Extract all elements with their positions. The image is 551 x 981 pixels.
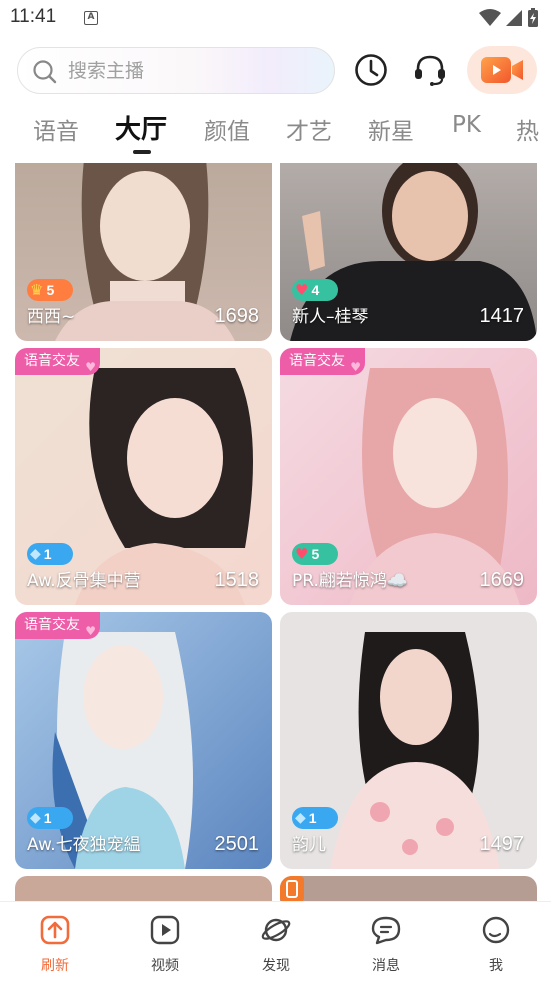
search-icon [33,60,57,84]
search-bar[interactable] [17,47,335,94]
tab-looks[interactable]: 颜值 [204,112,250,146]
battery-icon [528,8,538,27]
viewer-count: 1417 [479,305,525,327]
streamer-name: 西西~ [27,307,76,327]
status-icons [479,8,539,28]
history-clock-icon[interactable] [353,52,389,88]
streamer-name: PR.翩若惊鸿☁️ [292,571,409,591]
crown-icon: ♛ [30,281,44,299]
level-number: 5 [46,282,55,298]
message-icon [371,916,401,945]
heart-icon: ♥ [85,624,96,638]
diamond-icon: ◆ [30,810,41,826]
refresh-icon [40,915,70,945]
level-badge: ◆ 1 [27,807,73,829]
streamer-card[interactable]: ♥ 4 新人–桂琴 1417 [280,163,537,341]
diamond-icon: ◆ [295,810,306,826]
streamer-card[interactable]: 语音交友 ♥ ♥ 5 PR.翩若惊鸿☁️ 1669 [280,348,537,605]
heart-icon: ♥ [295,545,309,563]
notification-icon: A [84,11,98,25]
level-badge: ◆ 1 [292,807,338,829]
tab-hall[interactable]: 大厅 [115,109,167,146]
streamer-name: 新人–桂琴 [292,307,369,327]
streamer-name: 韵儿 [292,835,326,855]
viewer-count: 2501 [214,833,260,855]
status-bar: 11:41 A [0,0,551,38]
video-play-icon [150,915,180,945]
heart-icon: ♥ [350,360,361,374]
signal-icon [506,10,522,26]
category-tabs: 语音 大厅 颜值 才艺 新星 PK 热 [0,104,551,156]
profile-icon [482,916,510,944]
level-number: 1 [308,810,317,826]
active-tab-indicator [133,150,151,154]
streamer-card[interactable]: ◆ 1 韵儿 1497 [280,612,537,869]
level-badge: ♥ 4 [292,279,338,301]
status-time: 11:41 [10,6,57,27]
heart-icon: ♥ [295,281,309,299]
nav-messages[interactable]: 消息 [356,914,416,975]
nav-video[interactable]: 视频 [135,914,195,975]
streamer-grid: ♛ 5 西西~ 1698 ♥ 4 新人–桂琴 1417 语音交友 ♥ ◆ 1 A… [0,163,551,901]
level-number: 5 [311,546,320,562]
go-live-button[interactable] [467,46,537,94]
level-badge: ♛ 5 [27,279,73,301]
nav-label: 视频 [151,958,179,974]
tab-voice[interactable]: 语音 [33,112,79,146]
nav-refresh[interactable]: 刷新 [25,914,85,975]
voice-chat-tag: 语音交友 ♥ [15,612,100,639]
diamond-icon: ◆ [30,546,41,562]
level-badge: ◆ 1 [27,543,73,565]
level-number: 4 [311,282,320,298]
viewer-count: 1497 [479,833,525,855]
wifi-icon [479,9,501,26]
search-input[interactable] [68,48,308,93]
planet-icon [261,918,291,942]
nav-label: 刷新 [41,958,69,974]
viewer-count: 1669 [479,569,525,591]
tab-talent[interactable]: 才艺 [286,112,332,146]
heart-icon: ♥ [85,360,96,374]
viewer-count: 1518 [214,569,260,591]
streamer-card[interactable] [280,876,537,901]
tab-new-star[interactable]: 新星 [368,112,414,146]
voice-chat-tag: 语音交友 ♥ [280,348,365,375]
tab-hot[interactable]: 热 [516,112,539,146]
video-camera-icon [481,57,523,83]
phone-icon [280,876,304,901]
nav-profile[interactable]: 我 [466,914,526,975]
streamer-name: Aw.七夜独宠緼 [27,835,141,855]
level-badge: ♥ 5 [292,543,338,565]
viewer-count: 1698 [214,305,260,327]
streamer-name: Aw.反骨集中营 [27,571,141,591]
streamer-card[interactable]: ♛ 5 西西~ 1698 [15,163,272,341]
nav-label: 消息 [372,958,400,974]
nav-label: 我 [489,958,503,974]
nav-label: 发现 [262,958,290,974]
bottom-nav: 刷新 视频 发现 消息 我 [0,901,551,981]
streamer-card[interactable] [15,876,272,901]
streamer-card[interactable]: 语音交友 ♥ ◆ 1 Aw.反骨集中营 1518 [15,348,272,605]
nav-discover[interactable]: 发现 [246,914,306,975]
voice-chat-tag: 语音交友 ♥ [15,348,100,375]
streamer-card[interactable]: 语音交友 ♥ ◆ 1 Aw.七夜独宠緼 2501 [15,612,272,869]
level-number: 1 [43,546,52,562]
level-number: 1 [43,810,52,826]
headset-icon[interactable] [412,52,448,88]
tab-pk[interactable]: PK [452,112,481,138]
